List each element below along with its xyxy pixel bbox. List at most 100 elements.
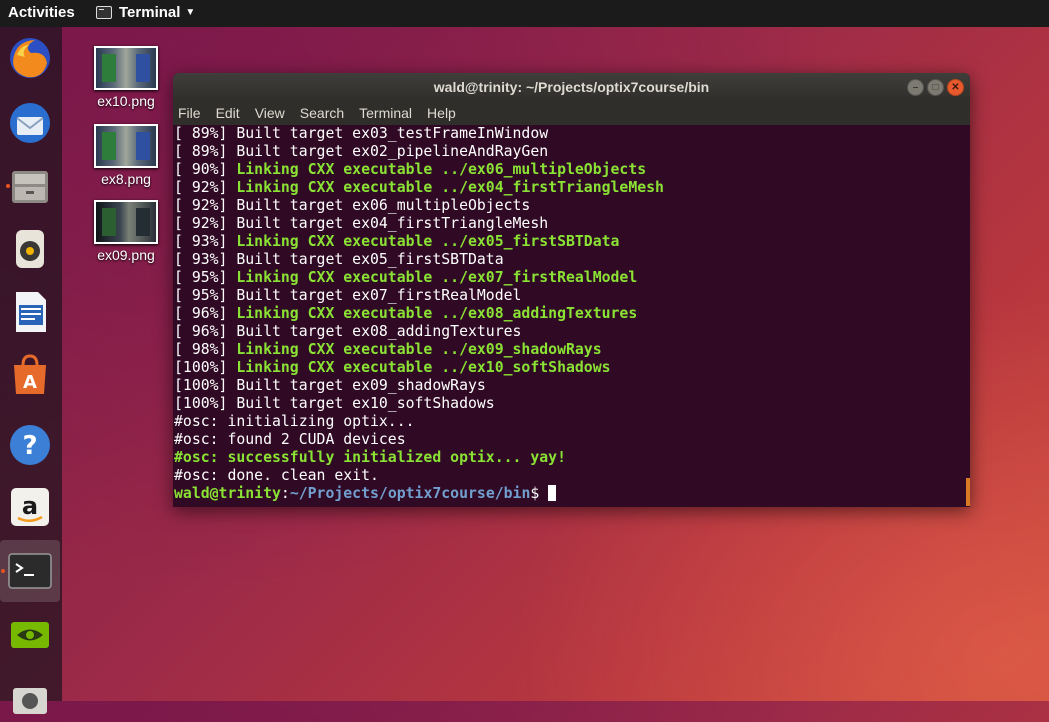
dock-terminal[interactable] (0, 540, 60, 602)
terminal-line: [100%] Built target ex09_shadowRays (173, 377, 970, 395)
maximize-icon[interactable]: □ (927, 79, 944, 96)
file-label: ex8.png (101, 171, 151, 187)
thunderbird-icon (10, 103, 50, 143)
image-thumbnail (94, 124, 158, 168)
line-text: Built target ex09_shadowRays (236, 377, 486, 394)
terminal-line: [ 93%] Built target ex05_firstSBTData (173, 251, 970, 269)
terminal-line: [ 92%] Built target ex06_multipleObjects (173, 197, 970, 215)
dock-files[interactable] (5, 161, 55, 211)
menu-search[interactable]: Search (300, 105, 344, 121)
line-text: Built target ex05_firstSBTData (236, 251, 504, 268)
files-icon (12, 171, 48, 203)
dock-camera[interactable] (5, 672, 55, 722)
line-text: Linking CXX executable ../ex04_firstTria… (236, 179, 664, 196)
terminal-line: [ 98%] Linking CXX executable ../ex09_sh… (173, 341, 970, 359)
terminal-line: [ 95%] Linking CXX executable ../ex07_fi… (173, 269, 970, 287)
line-prefix: [100%] (174, 395, 237, 412)
file-label: ex09.png (97, 247, 155, 263)
line-prefix: #osc: (174, 467, 228, 484)
line-prefix: #osc: (174, 431, 228, 448)
app-menu[interactable]: Terminal ▼ (96, 4, 195, 21)
line-text: Linking CXX executable ../ex05_firstSBTD… (236, 233, 620, 250)
line-prefix: [ 95%] (174, 269, 237, 286)
dock-amazon[interactable]: a (5, 482, 55, 532)
activities-button[interactable]: Activities (8, 4, 75, 21)
prompt-path: ~/Projects/optix7course/bin (289, 485, 531, 502)
dock-rhythmbox[interactable] (5, 224, 55, 274)
dock-software[interactable]: A (5, 350, 55, 400)
terminal-icon (8, 553, 52, 589)
terminal-line: [ 90%] Linking CXX executable ../ex06_mu… (173, 161, 970, 179)
nvidia-icon (11, 622, 49, 648)
line-text: found 2 CUDA devices (227, 431, 406, 448)
dock-help[interactable]: ? (5, 420, 55, 470)
image-thumbnail (94, 200, 158, 244)
line-text: initializing optix... (227, 413, 415, 430)
line-prefix: [100%] (174, 377, 237, 394)
desktop-file-ex09[interactable]: ex09.png (86, 200, 166, 263)
menu-view[interactable]: View (255, 105, 285, 121)
window-titlebar[interactable]: wald@trinity: ~/Projects/optix7course/bi… (173, 73, 970, 101)
dock-firefox[interactable] (5, 33, 55, 83)
menu-edit[interactable]: Edit (216, 105, 240, 121)
terminal-line: [ 95%] Built target ex07_firstRealModel (173, 287, 970, 305)
terminal-line: [ 89%] Built target ex03_testFrameInWind… (173, 125, 970, 143)
terminal-line: #osc: successfully initialized optix... … (173, 449, 970, 467)
caret-down-icon: ▼ (185, 7, 196, 18)
amazon-icon: a (11, 488, 49, 526)
line-prefix: [ 93%] (174, 233, 237, 250)
line-prefix: [ 89%] (174, 125, 237, 142)
line-text: #osc: successfully initialized optix... … (174, 449, 566, 466)
line-prefix: [ 92%] (174, 197, 237, 214)
app-menu-label: Terminal (119, 4, 181, 21)
running-indicator (6, 184, 10, 188)
software-center-icon: A (14, 354, 46, 394)
line-prefix: [ 92%] (174, 179, 237, 196)
line-prefix: [100%] (174, 359, 237, 376)
line-prefix: [ 93%] (174, 251, 237, 268)
line-text: Linking CXX executable ../ex10_softShado… (236, 359, 611, 376)
terminal-line: [ 89%] Built target ex02_pipelineAndRayG… (173, 143, 970, 161)
close-icon[interactable]: ✕ (947, 79, 964, 96)
desktop-file-ex10[interactable]: ex10.png (86, 46, 166, 109)
minimize-icon[interactable]: – (907, 79, 924, 96)
menu-file[interactable]: File (178, 105, 201, 121)
line-prefix: [ 95%] (174, 287, 237, 304)
desktop-file-ex8[interactable]: ex8.png (86, 124, 166, 187)
terminal-prompt[interactable]: wald@trinity:~/Projects/optix7course/bin… (173, 485, 970, 503)
terminal-output[interactable]: [ 89%] Built target ex03_testFrameInWind… (173, 125, 970, 507)
menu-help[interactable]: Help (427, 105, 456, 121)
dock-thunderbird[interactable] (5, 98, 55, 148)
terminal-window[interactable]: wald@trinity: ~/Projects/optix7course/bi… (173, 73, 970, 507)
dock-nvidia[interactable] (5, 610, 55, 660)
line-prefix: [ 90%] (174, 161, 237, 178)
line-text: Linking CXX executable ../ex08_addingTex… (236, 305, 638, 322)
line-text: Linking CXX executable ../ex07_firstReal… (236, 269, 638, 286)
line-text: Built target ex06_multipleObjects (236, 197, 531, 214)
line-text: Built target ex02_pipelineAndRayGen (236, 143, 549, 160)
scroll-indicator[interactable] (966, 478, 970, 506)
line-text: Linking CXX executable ../ex06_multipleO… (236, 161, 647, 178)
window-title: wald@trinity: ~/Projects/optix7course/bi… (433, 79, 710, 95)
line-prefix: [ 89%] (174, 143, 237, 160)
line-text: done. clean exit. (227, 467, 379, 484)
image-thumbnail (94, 46, 158, 90)
terminal-lines: [ 89%] Built target ex03_testFrameInWind… (173, 125, 970, 485)
terminal-line: [100%] Linking CXX executable ../ex10_so… (173, 359, 970, 377)
camera-icon (13, 688, 47, 714)
line-text: Built target ex04_firstTriangleMesh (236, 215, 549, 232)
terminal-line: #osc: found 2 CUDA devices (173, 431, 970, 449)
terminal-line: [ 96%] Linking CXX executable ../ex08_ad… (173, 305, 970, 323)
line-text: Built target ex08_addingTextures (236, 323, 522, 340)
svg-text:a: a (22, 492, 38, 520)
line-text: Built target ex10_softShadows (236, 395, 495, 412)
terminal-small-icon (96, 6, 112, 19)
help-icon: ? (10, 425, 50, 465)
dock-writer[interactable] (5, 287, 55, 337)
terminal-line: [ 92%] Built target ex04_firstTriangleMe… (173, 215, 970, 233)
svg-text:?: ? (22, 431, 37, 461)
dock: A ? a (0, 27, 62, 714)
svg-text:A: A (23, 372, 37, 393)
terminal-line: [ 93%] Linking CXX executable ../ex05_fi… (173, 233, 970, 251)
menu-terminal[interactable]: Terminal (359, 105, 412, 121)
